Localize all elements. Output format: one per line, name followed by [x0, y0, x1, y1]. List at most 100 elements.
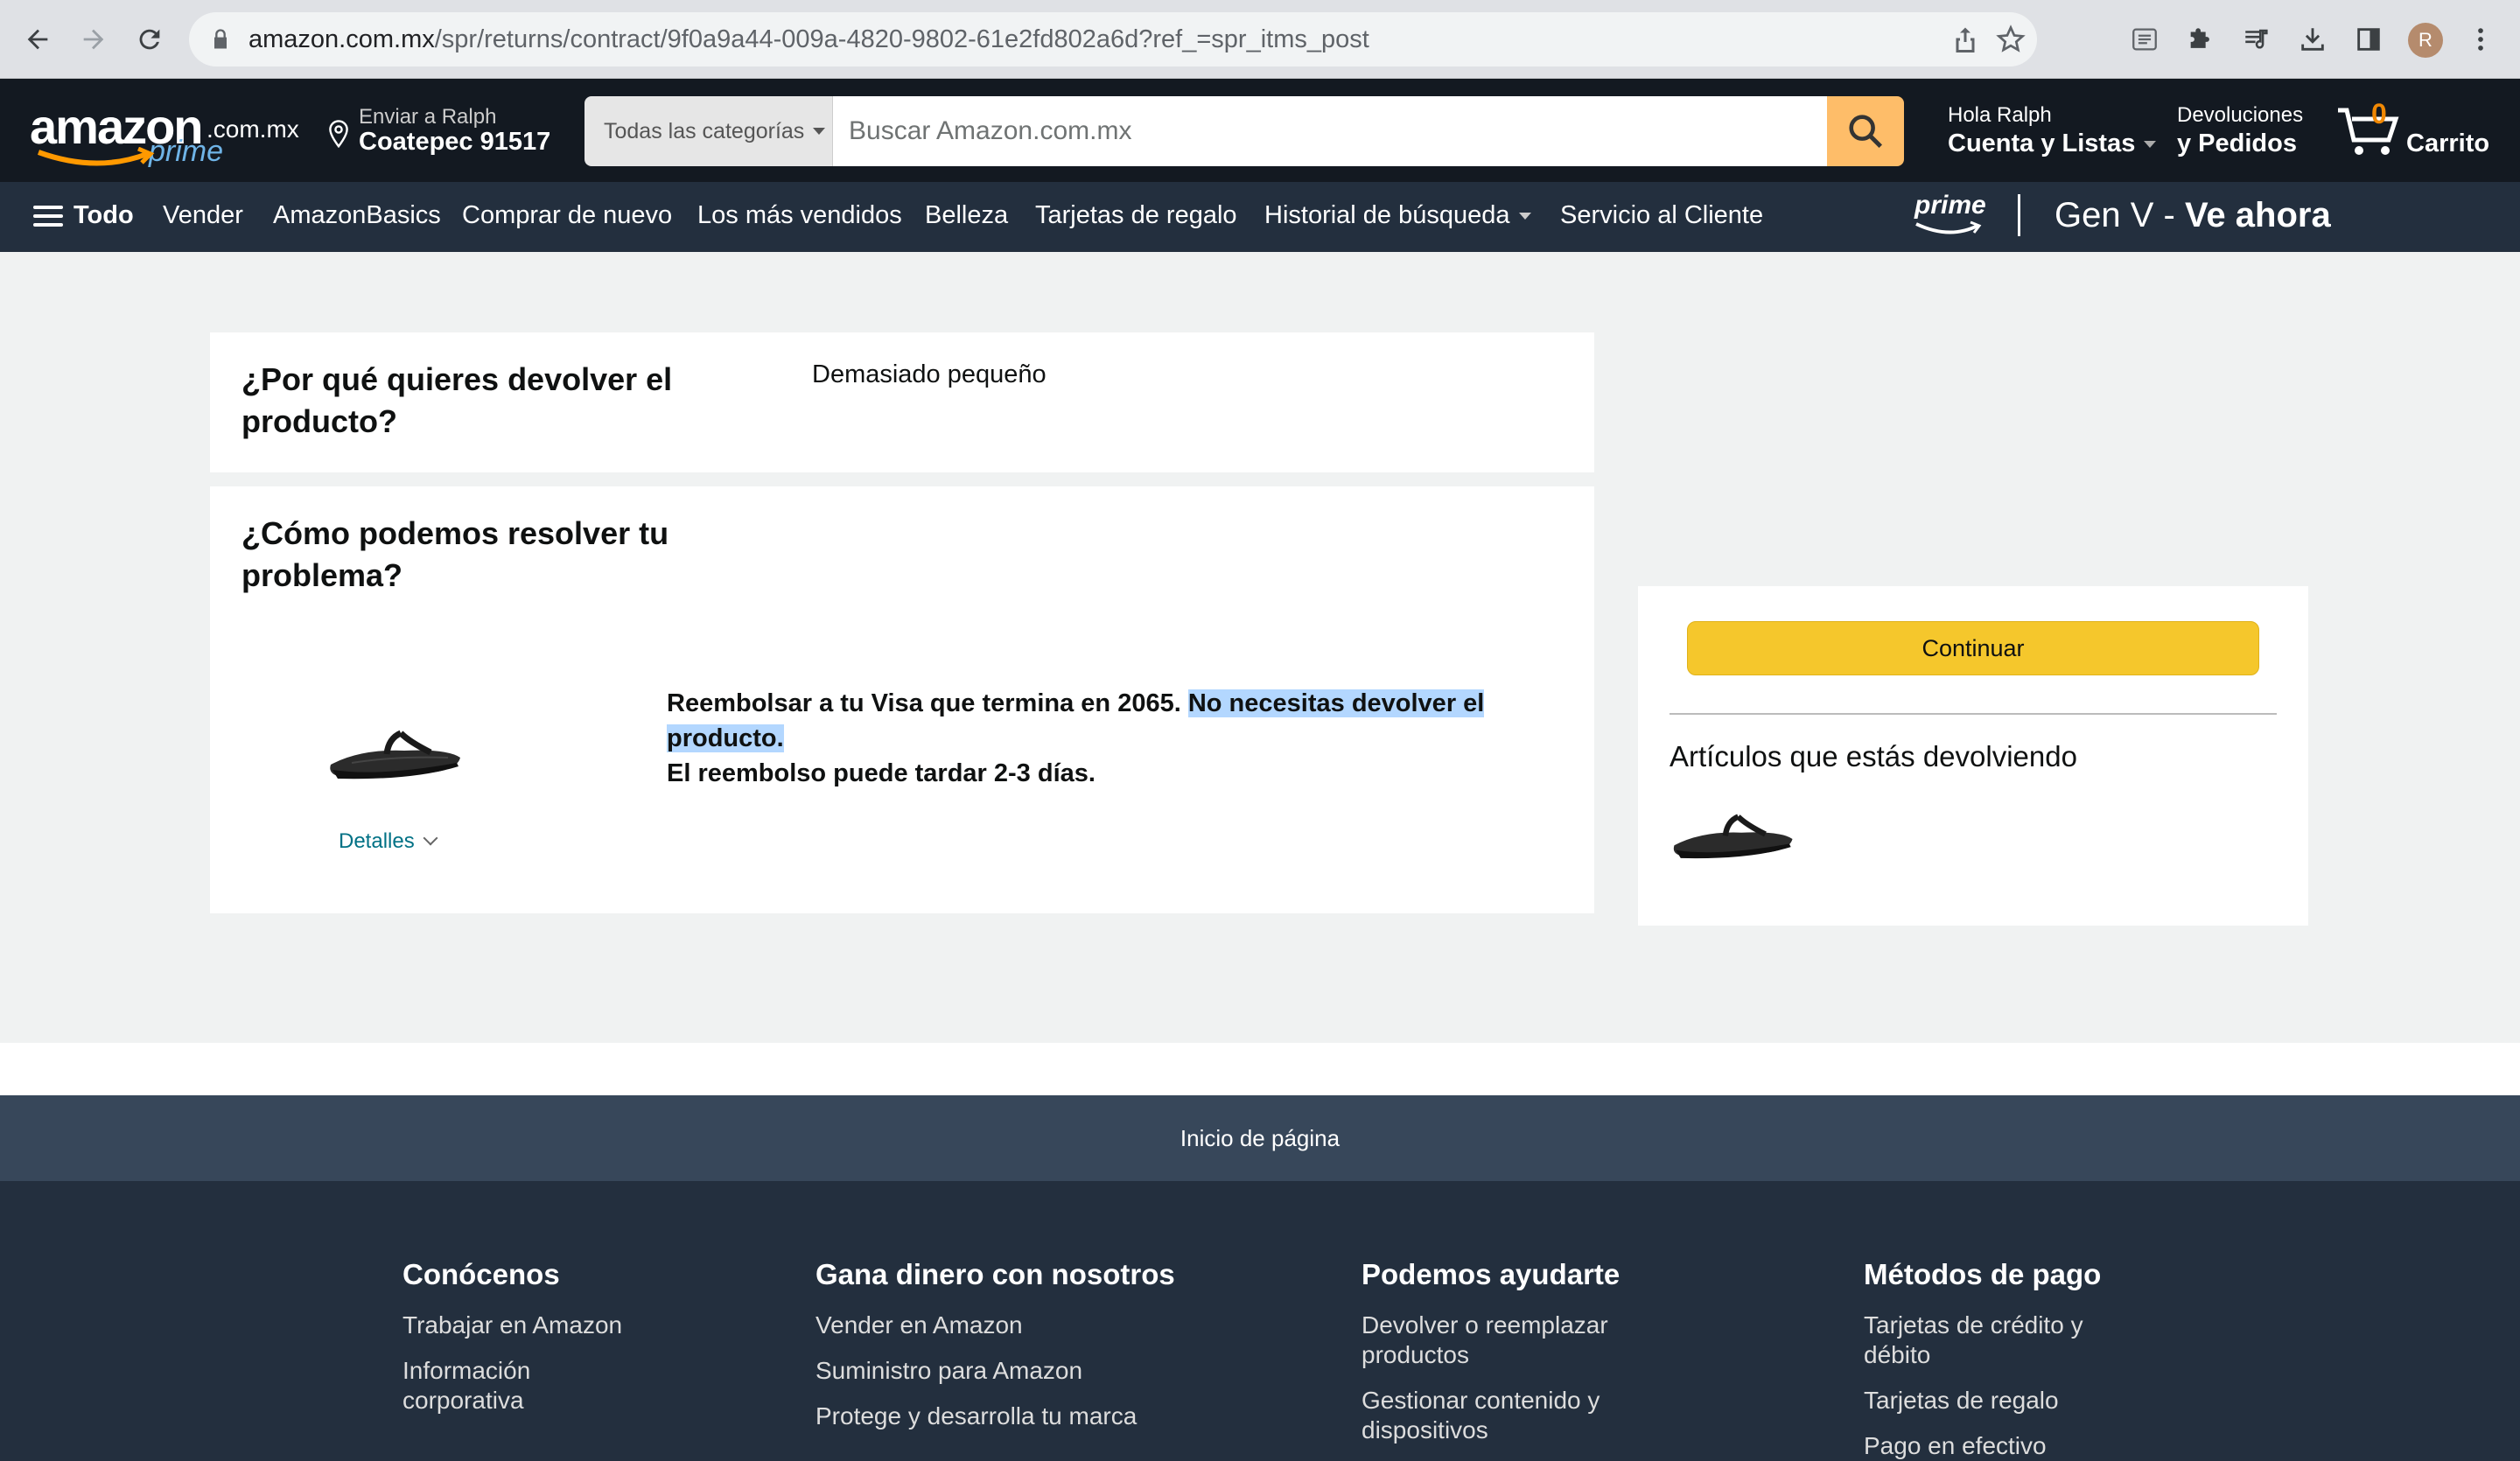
account-lists-label: Cuenta y Listas [1948, 129, 2136, 157]
reason-question: ¿Por qué quieres devolver el producto? [242, 361, 673, 439]
footer-link[interactable]: Protege y desarrolla tu marca [816, 1402, 1200, 1431]
footer-link[interactable]: Vender en Amazon [816, 1311, 1200, 1340]
logo-prime: prime [149, 135, 224, 168]
promo-title-b: Ve ahora [2184, 196, 2331, 234]
resolution-question: ¿Cómo podemos resolver tu problema? [242, 515, 669, 593]
search-icon [1849, 115, 1883, 149]
returns-orders-link[interactable]: Devoluciones y Pedidos [2177, 103, 2303, 158]
details-toggle[interactable]: Detalles [339, 829, 438, 854]
returning-items-header: Artículos que estás devolviendo [1670, 740, 2077, 772]
return-reason-card: ¿Por qué quieres devolver el producto? D… [210, 332, 1594, 472]
continue-button[interactable]: Continuar [1687, 621, 2259, 675]
deliver-location: Coatepec 91517 [359, 128, 551, 156]
back-to-top-label: Inicio de página [1180, 1124, 1340, 1151]
footer-column-title: Conócenos [402, 1258, 560, 1290]
sidepanel-icon[interactable] [2350, 21, 2387, 58]
nav-item-amazonbasics[interactable]: AmazonBasics [273, 201, 441, 230]
orders-label: y Pedidos [2177, 129, 2297, 157]
chevron-down-icon [423, 830, 438, 846]
footer-link[interactable]: Pago en efectivo [1864, 1431, 2126, 1461]
refund-option: Reembolsar a tu Visa que termina en 2065… [667, 686, 1577, 791]
amazon-prime-logo[interactable]: amazon .com.mx prime [26, 98, 306, 168]
cart-link[interactable]: 0 Carrito [2336, 98, 2494, 163]
search-button[interactable] [1827, 96, 1904, 166]
search-bar: Todas las categorías [584, 96, 1904, 166]
back-to-top-link[interactable]: Inicio de página [0, 1095, 2520, 1181]
footer-column-gana-dinero: Gana dinero con nosotros Vender en Amazo… [816, 1258, 1200, 1447]
star-icon[interactable] [1995, 24, 2026, 55]
lock-icon[interactable] [208, 27, 233, 52]
back-icon[interactable] [18, 19, 58, 59]
caret-down-icon [2144, 140, 2157, 148]
main-nav: Todo Vender AmazonBasics Comprar de nuev… [0, 182, 2520, 252]
refund-timing: El reembolso puede tardar 2-3 días. [667, 759, 1096, 787]
account-menu[interactable]: Hola Ralph Cuenta y Listas [1948, 103, 2157, 158]
nav-item-servicio-cliente[interactable]: Servicio al Cliente [1560, 201, 1763, 230]
deliver-label: Enviar a Ralph [359, 105, 497, 129]
promo-title-a: Gen V - [2054, 196, 2185, 234]
footer-spacer [0, 1043, 2520, 1095]
footer-column-conocenos: Conócenos Trabajar en Amazon Información… [402, 1258, 630, 1431]
search-input[interactable] [833, 96, 1827, 166]
details-label: Detalles [339, 829, 415, 853]
nav-item-comprar-de-nuevo[interactable]: Comprar de nuevo [462, 201, 672, 230]
location-pin-icon [329, 120, 348, 149]
url-text: amazon.com.mx/spr/returns/contract/9f0a9… [248, 25, 1369, 53]
nav-historial-label: Historial de búsqueda [1264, 201, 1510, 229]
footer-column-title: Gana dinero con nosotros [816, 1258, 1175, 1290]
reason-answer: Demasiado pequeño [812, 360, 1046, 388]
footer-link[interactable]: Tarjetas de regalo [1864, 1386, 2126, 1416]
promo-divider [2018, 194, 2020, 236]
search-category-select[interactable]: Todas las categorías [584, 96, 833, 166]
smile-icon [37, 147, 155, 166]
search-category-label: Todas las categorías [604, 118, 805, 143]
menu-icon [33, 204, 65, 228]
resolution-card: ¿Cómo podemos resolver tu problema? Deta… [210, 486, 1594, 913]
nav-item-tarjetas-de-regalo[interactable]: Tarjetas de regalo [1035, 201, 1237, 230]
return-summary-card: Continuar Artículos que estás devolviend… [1638, 586, 2308, 926]
puzzle-icon[interactable] [2182, 21, 2219, 58]
media-icon[interactable] [2238, 21, 2275, 58]
divider [1670, 713, 2277, 715]
promo-prime-label: prime [1914, 191, 1986, 220]
forward-icon[interactable] [74, 19, 114, 59]
nav-todo-label: Todo [74, 201, 134, 229]
prime-video-promo[interactable]: prime Gen V - Ve ahora [1914, 191, 2404, 243]
returns-label: Devoluciones [2177, 103, 2304, 127]
flip-flop-image [330, 730, 460, 779]
cart-count: 0 [2371, 98, 2387, 129]
footer-link[interactable]: Información corporativa [402, 1356, 630, 1416]
amazon-header: amazon .com.mx prime Enviar a Ralph Coat… [0, 79, 2520, 182]
browser-toolbar: amazon.com.mx/spr/returns/contract/9f0a9… [0, 0, 2520, 79]
nav-todo[interactable]: Todo [33, 201, 134, 230]
nav-item-vender[interactable]: Vender [163, 201, 243, 230]
footer-column-podemos-ayudarte: Podemos ayudarte Devolver o reemplazar p… [1362, 1258, 1650, 1461]
promo-title: Gen V - Ve ahora [2054, 196, 2331, 235]
footer-link[interactable]: Gestionar contenido y dispositivos [1362, 1386, 1650, 1445]
nav-item-mas-vendidos[interactable]: Los más vendidos [697, 201, 902, 230]
download-icon[interactable] [2294, 21, 2331, 58]
footer-column-metodos-pago: Métodos de pago Tarjetas de crédito y dé… [1864, 1258, 2126, 1461]
share-icon[interactable] [1950, 24, 1981, 55]
caret-down-icon [1518, 213, 1531, 220]
footer-column-title: Podemos ayudarte [1362, 1258, 1620, 1290]
footer-link[interactable]: Devolver o reemplazar productos [1362, 1311, 1650, 1370]
address-bar[interactable]: amazon.com.mx/spr/returns/contract/9f0a9… [189, 12, 2037, 66]
footer-link[interactable]: Suministro para Amazon [816, 1356, 1200, 1386]
nav-item-historial[interactable]: Historial de búsqueda [1264, 201, 1531, 230]
cart-label: Carrito [2406, 129, 2490, 157]
caret-down-icon [813, 128, 826, 135]
reload-icon[interactable] [130, 19, 170, 59]
footer-column-title: Métodos de pago [1864, 1258, 2102, 1290]
refund-text: Reembolsar a tu Visa que termina en 2065… [667, 689, 1188, 717]
more-icon[interactable] [2462, 21, 2499, 58]
smile-icon [1915, 220, 1982, 234]
reader-icon[interactable] [2126, 21, 2163, 58]
flip-flop-thumbnail [1673, 814, 1793, 859]
nav-item-belleza[interactable]: Belleza [925, 201, 1008, 230]
cart-icon [2338, 108, 2399, 155]
footer-link[interactable]: Tarjetas de crédito y débito [1864, 1311, 2126, 1370]
profile-avatar[interactable]: R [2408, 23, 2443, 58]
footer-link[interactable]: Trabajar en Amazon [402, 1311, 630, 1340]
footer: Conócenos Trabajar en Amazon Información… [0, 1181, 2520, 1461]
